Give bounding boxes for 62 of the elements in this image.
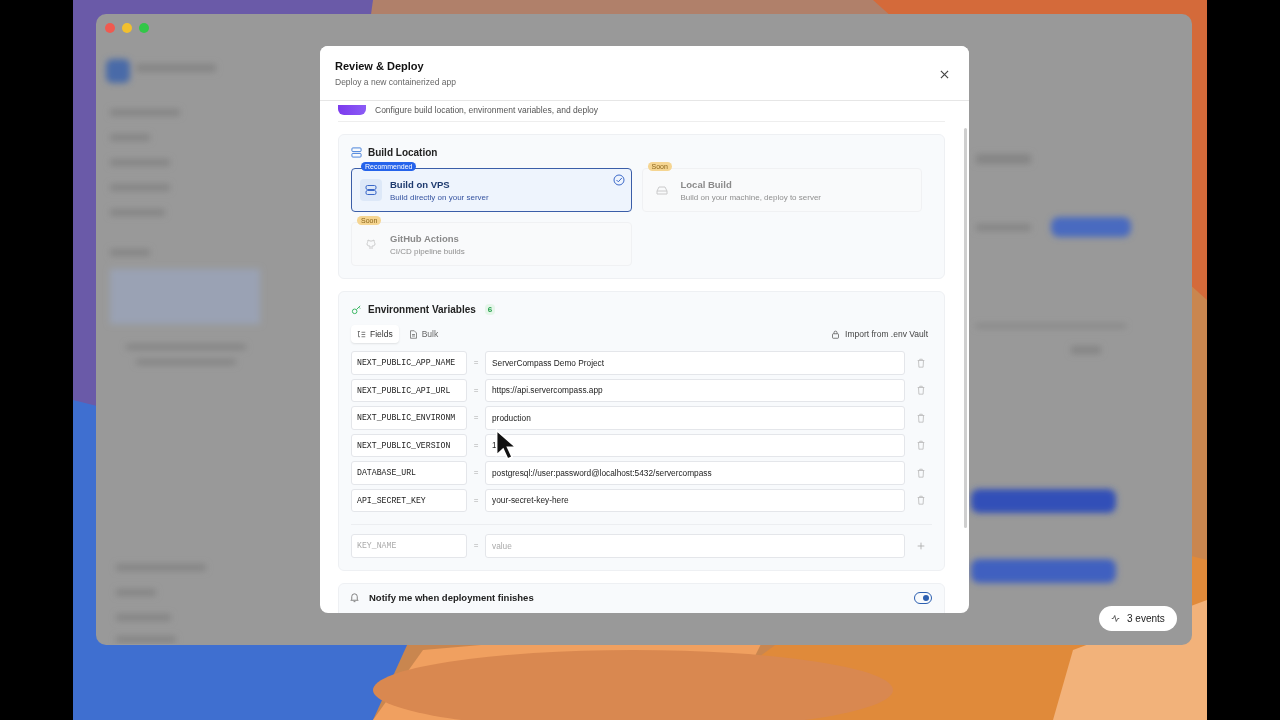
value-field[interactable]: value <box>485 534 905 558</box>
equals-sign: = <box>472 440 480 450</box>
key-field[interactable]: DATABASE_URL <box>351 461 467 485</box>
step-description: Configure build location, environment variables, and deploy <box>375 105 599 115</box>
tab[interactable]: Bulk <box>402 325 445 343</box>
trash-icon[interactable] <box>916 440 926 451</box>
key-field[interactable]: KEY_NAME <box>351 534 467 558</box>
build-option[interactable]: Build on VPS Build directly on your server <box>351 168 632 212</box>
trash-icon[interactable] <box>916 357 926 368</box>
option-title: Local Build <box>680 178 733 190</box>
window-maximize-icon[interactable] <box>139 23 149 33</box>
equals-sign: = <box>472 385 480 395</box>
equals-sign: = <box>472 468 480 478</box>
window-close-icon[interactable] <box>105 23 115 33</box>
value-field[interactable]: production <box>485 406 905 430</box>
key-icon <box>351 304 362 315</box>
option-title: Build on VPS <box>390 178 451 190</box>
option-description: Build on your machine, deploy to server <box>680 192 823 202</box>
equals-sign: = <box>472 541 480 551</box>
tab[interactable]: Fields <box>351 325 399 343</box>
option-description: CI/CD pipeline builds <box>390 246 466 256</box>
trash-icon[interactable] <box>916 495 926 506</box>
server-icon <box>351 147 362 158</box>
window-minimize-icon[interactable] <box>122 23 132 33</box>
key-field[interactable]: NEXT_PUBLIC_APP_NAME <box>351 351 467 375</box>
list-icon <box>357 329 366 339</box>
key-field[interactable]: NEXT_PUBLIC_API_URL <box>351 378 467 402</box>
key-field[interactable]: API_SECRET_KEY <box>351 488 467 512</box>
trash-icon[interactable] <box>916 385 926 396</box>
value-field[interactable]: ServerCompass Demo Project <box>485 351 905 375</box>
section-title: Build Location <box>368 147 438 158</box>
close-icon[interactable] <box>940 70 949 79</box>
bell-icon <box>349 592 360 603</box>
option-description: Build directly on your server <box>390 192 490 202</box>
scrollbar[interactable] <box>964 128 967 528</box>
value-field[interactable]: https://api.servercompass.app <box>485 378 905 402</box>
trash-icon[interactable] <box>916 412 926 423</box>
lock-icon <box>831 329 840 339</box>
value-field[interactable]: your-secret-key-here <box>485 488 905 512</box>
notify-label: Notify me when deployment finishes <box>369 592 534 603</box>
events-button[interactable]: 3 events <box>1099 606 1177 631</box>
add-icon[interactable] <box>916 540 926 551</box>
value-field[interactable]: 1 <box>485 433 905 457</box>
activity-icon <box>1111 614 1120 623</box>
github-icon <box>365 238 377 250</box>
check-circle-icon <box>612 174 625 186</box>
trash-icon[interactable] <box>916 467 926 478</box>
server-icon <box>365 184 377 196</box>
equals-sign: = <box>472 495 480 505</box>
drive-icon <box>655 184 668 196</box>
equals-sign: = <box>472 413 480 423</box>
key-field[interactable]: NEXT_PUBLIC_ENVIRONM <box>351 406 467 430</box>
import-link[interactable]: Import from .env Vault <box>831 329 932 339</box>
dialog-subtitle: Deploy a new containerized app <box>335 77 457 87</box>
key-field[interactable]: NEXT_PUBLIC_VERSION <box>351 433 467 457</box>
equals-sign: = <box>472 358 480 368</box>
count-badge: 6 <box>484 304 496 315</box>
section-title: Environment Variables <box>368 304 476 315</box>
dialog-title: Review & Deploy <box>335 60 425 72</box>
document-icon <box>408 329 418 339</box>
option-title: GitHub Actions <box>390 232 460 244</box>
value-field[interactable]: postgresql://user:password@localhost:5432/servercompass <box>485 461 905 485</box>
